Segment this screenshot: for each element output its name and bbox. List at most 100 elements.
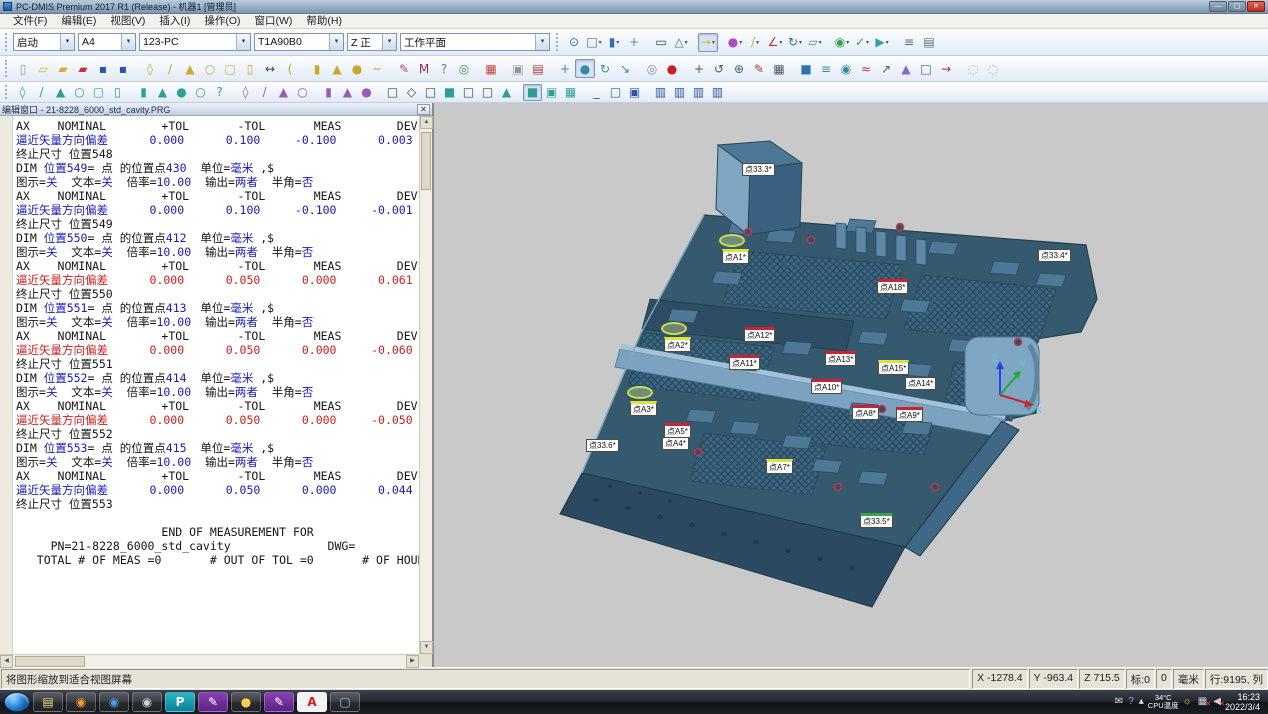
toolbar-grip[interactable] xyxy=(556,33,561,51)
auto-cylinder-icon[interactable]: ▮ xyxy=(307,59,327,78)
open-file-icon[interactable]: ▱ xyxy=(33,59,53,78)
measured-sphere-icon[interactable]: ● xyxy=(172,84,191,101)
point-label[interactable]: 点A5* xyxy=(664,423,691,438)
menu-item-2[interactable]: 编辑(E) xyxy=(54,14,103,29)
probe-sphere-icon[interactable]: ● xyxy=(662,59,682,78)
point-label[interactable]: 点A13* xyxy=(825,351,856,366)
dimension-angle-icon[interactable]: ∠▾ xyxy=(765,33,785,52)
expand-tray-icon[interactable]: ▴ xyxy=(1139,697,1144,707)
minimize-window-icon[interactable]: _ xyxy=(587,84,606,101)
probe-pen-icon[interactable]: ✎ xyxy=(749,59,769,78)
point-label[interactable]: 点A4* xyxy=(662,437,689,450)
chevron-down-icon[interactable]: ▾ xyxy=(756,39,759,46)
maximize-button[interactable]: ▢ xyxy=(1228,1,1246,12)
measured-cylinder-icon[interactable]: ▮ xyxy=(134,84,153,101)
new-file-icon[interactable]: ▯ xyxy=(13,59,33,78)
export-file-icon[interactable]: ▰ xyxy=(73,59,93,78)
color-map-icon[interactable]: ▦ xyxy=(481,59,501,78)
scroll-down-icon[interactable]: ▼ xyxy=(420,641,433,654)
scroll-left-icon[interactable]: ◀ xyxy=(0,655,13,668)
graphics-viewport[interactable]: Z Y X 点33.3*点A1*点A18*点33.4*点A12*点A2*点A11… xyxy=(434,103,1268,667)
auto-round-slot-icon[interactable]: ▢ xyxy=(220,59,240,78)
solid-shaded-icon[interactable]: ■ xyxy=(523,84,542,101)
shrink-view-icon[interactable]: ↘ xyxy=(615,59,635,78)
auto-sphere-icon[interactable]: ● xyxy=(347,59,367,78)
edit-window-titlebar[interactable]: 编辑窗口 - 21-8228_6000_std_cavity.PRG ✕ xyxy=(0,103,432,116)
view-front-icon[interactable]: □ xyxy=(421,84,440,101)
sphere-view-icon[interactable]: ● xyxy=(575,59,595,78)
chevron-down-icon[interactable]: ▾ xyxy=(616,39,619,46)
execute-arrow-icon[interactable]: →▾ xyxy=(698,33,718,52)
weather-icon[interactable]: ☼ xyxy=(1183,697,1192,707)
view-back-icon[interactable]: □ xyxy=(459,84,478,101)
point-label[interactable]: 点A18* xyxy=(877,279,908,294)
menu-item-6[interactable]: 窗口(W) xyxy=(248,14,300,29)
report-window-icon[interactable]: ▤ xyxy=(528,59,548,78)
menu-item-3[interactable]: 视图(V) xyxy=(103,14,152,29)
alignment-rotate-icon[interactable]: ↻▾ xyxy=(785,33,805,52)
wire-shaded-icon[interactable]: ▣ xyxy=(542,84,561,101)
point-label[interactable]: 点33.4* xyxy=(1038,249,1071,262)
pdf-reader-task[interactable]: A xyxy=(297,692,327,712)
snapshot-camera-icon[interactable]: ◉ xyxy=(836,59,856,78)
measured-square-slot-icon[interactable]: ▯ xyxy=(108,84,127,101)
constructed-circle-icon[interactable]: ○ xyxy=(293,84,312,101)
confirm-check-icon[interactable]: ✓▾ xyxy=(852,33,872,52)
report-template-1-icon[interactable]: ▥ xyxy=(651,84,670,101)
restore-window-icon[interactable]: □ xyxy=(606,84,625,101)
start-button[interactable] xyxy=(4,692,30,712)
window-layout-icon[interactable]: ▤ xyxy=(919,33,939,52)
point-label[interactable]: 点A15* xyxy=(878,360,909,375)
help-tray-icon[interactable]: ? xyxy=(1128,697,1134,707)
measured-circle-icon[interactable]: ○ xyxy=(70,84,89,101)
constructed-line-icon[interactable]: / xyxy=(255,84,274,101)
chevron-down-icon[interactable]: ▾ xyxy=(382,34,396,50)
zoom-fit-icon[interactable]: + xyxy=(555,59,575,78)
point-label[interactable]: 点A14* xyxy=(905,377,936,390)
combo-probe-file[interactable]: A4▾ xyxy=(78,33,136,51)
rotate-2d-icon[interactable]: ↺ xyxy=(709,59,729,78)
import-file-icon[interactable]: ▰ xyxy=(53,59,73,78)
guess-feature-icon[interactable]: ? xyxy=(210,84,229,101)
refresh-view-icon[interactable]: ↻ xyxy=(595,59,615,78)
chevron-down-icon[interactable]: ▾ xyxy=(685,39,688,46)
message-tray-icon[interactable]: ✉ xyxy=(1115,697,1123,707)
menu-item-4[interactable]: 插入(I) xyxy=(152,14,197,29)
combo-workplane[interactable]: 工作平面▾ xyxy=(400,33,550,51)
point-label[interactable]: 点A7* xyxy=(766,459,793,474)
measured-plane-icon[interactable]: ▲ xyxy=(51,84,70,101)
arrow-dots-icon[interactable]: → xyxy=(936,59,956,78)
globe-verify-icon[interactable]: ◉▾ xyxy=(832,33,852,52)
solid-box-icon[interactable]: ■ xyxy=(796,59,816,78)
edit-window-close-icon[interactable]: ✕ xyxy=(417,104,430,115)
combo-startup[interactable]: 启动▾ xyxy=(13,33,75,51)
menu-item-5[interactable]: 操作(O) xyxy=(197,14,247,29)
pcdmis-task[interactable]: P xyxy=(165,692,195,712)
translate-mode-icon[interactable]: + xyxy=(689,59,709,78)
point-label[interactable]: 点A3* xyxy=(630,401,657,416)
point-label[interactable]: 点A11* xyxy=(729,355,760,370)
rotate-3d-icon[interactable]: ⊕ xyxy=(729,59,749,78)
auto-cone-icon[interactable]: ▲ xyxy=(327,59,347,78)
chevron-down-icon[interactable]: ▾ xyxy=(599,39,602,46)
pan-view-icon[interactable]: + xyxy=(624,33,644,52)
toolbar-grip[interactable] xyxy=(5,85,10,99)
copy-pages-icon[interactable]: ▱▾ xyxy=(805,33,825,52)
scroll-right-icon[interactable]: ▶ xyxy=(406,655,419,668)
combo-probe-tip[interactable]: T1A90B0▾ xyxy=(254,33,344,51)
auto-edge-point-icon[interactable]: ( xyxy=(280,59,300,78)
chevron-down-icon[interactable]: ▾ xyxy=(535,34,549,50)
volume-muted-icon[interactable]: ◀✕ xyxy=(1213,697,1221,707)
comment-icon[interactable]: ▭ xyxy=(651,33,671,52)
chevron-down-icon[interactable]: ▾ xyxy=(819,39,822,46)
chrome-task[interactable]: ◉ xyxy=(99,692,129,712)
taskbar-clock[interactable]: 16:23 2022/3/4 xyxy=(1225,692,1264,712)
save-as-file-icon[interactable]: ▪ xyxy=(113,59,133,78)
measured-torus-icon[interactable]: ○ xyxy=(191,84,210,101)
probe-tip-icon[interactable]: ▮▾ xyxy=(604,33,624,52)
constructed-plane-icon[interactable]: ▲ xyxy=(274,84,293,101)
scan-pen-icon[interactable]: ✎ xyxy=(394,59,414,78)
auto-square-slot-icon[interactable]: ▯ xyxy=(240,59,260,78)
auto-surface-icon[interactable]: ~ xyxy=(367,59,387,78)
messenger-task[interactable]: ● xyxy=(231,692,261,712)
